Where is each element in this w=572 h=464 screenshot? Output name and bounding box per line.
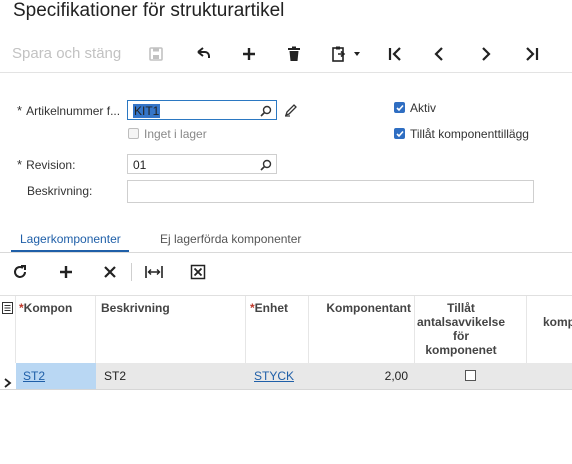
revision-value: 01 [133, 158, 147, 172]
active-checkbox[interactable] [394, 102, 405, 113]
description-field[interactable] [127, 180, 534, 203]
cell-allow-variance[interactable] [415, 363, 527, 389]
column-header-allow-variance-line1: Tillåt [447, 301, 475, 315]
component-link[interactable]: ST2 [23, 369, 45, 383]
file-list-icon [2, 302, 13, 317]
add-row-icon[interactable] [55, 262, 77, 282]
add-icon[interactable] [237, 43, 261, 65]
cell-description[interactable]: ST2 [96, 363, 246, 389]
column-header-allow-variance-line3: för [453, 329, 469, 343]
revision-label-text: Revision: [26, 158, 76, 172]
column-header-allow-variance-line4: komponenet [425, 343, 497, 357]
refresh-icon[interactable] [9, 262, 31, 282]
tab-non-stock-components[interactable]: Ej lagerförda komponenter [160, 232, 301, 246]
required-marker: * [17, 103, 23, 118]
active-label: Aktiv [410, 101, 437, 115]
main-toolbar: Spara och stäng [0, 36, 572, 73]
grid-header: *Kompon Beskrivning *Enhet Komponentant … [0, 295, 572, 365]
column-header-unit[interactable]: *Enhet [246, 296, 309, 364]
search-icon[interactable] [260, 158, 272, 176]
description-label: Beskrivning: [27, 184, 93, 198]
column-header-description-label: Beskrivning [101, 301, 170, 315]
item-number-value: KIT1 [133, 104, 161, 118]
tab-bar: Lagerkomponenter Ej lagerförda komponent… [0, 226, 572, 253]
allow-component-addition-checkbox[interactable] [394, 128, 405, 139]
allow-variance-checkbox[interactable] [465, 370, 476, 381]
column-header-component-label: Kompon [23, 301, 73, 315]
save-icon[interactable] [144, 43, 168, 65]
required-marker: * [17, 157, 23, 172]
column-header-allow-qty-variance[interactable]: Tillåt antalsavvikelse för komponenet [415, 296, 527, 364]
row-pointer-icon [4, 371, 12, 397]
next-icon[interactable] [474, 43, 498, 65]
row-selector-header[interactable] [0, 296, 16, 364]
first-icon[interactable] [383, 43, 407, 65]
column-header-last-label: komp [543, 315, 572, 329]
item-number-field[interactable]: KIT1 [127, 100, 277, 120]
save-close-button[interactable]: Spara och stäng [12, 45, 121, 62]
column-header-description[interactable]: Beskrivning [96, 296, 246, 364]
item-number-label-text: Artikelnummer f... [26, 104, 121, 118]
delete-row-icon[interactable] [99, 262, 121, 282]
toolbar-divider [131, 263, 132, 281]
active-tab-indicator [11, 250, 129, 252]
column-header-component-qty-label: Komponentant [326, 301, 411, 315]
revision-label: * Revision: [17, 157, 75, 172]
revision-field[interactable]: 01 [127, 154, 277, 174]
column-header-allow-variance-line2: antalsavvikelse [416, 315, 506, 329]
export-excel-icon[interactable] [187, 262, 209, 282]
column-header-unit-label: Enhet [254, 301, 289, 315]
edit-pencil-icon[interactable] [284, 103, 298, 122]
row-selector[interactable] [0, 363, 16, 389]
column-header-last[interactable]: komp [527, 296, 572, 364]
column-header-component[interactable]: *Kompon [16, 296, 96, 364]
undo-icon[interactable] [191, 43, 215, 65]
table-row[interactable]: ST2 ST2 STYCK 2,00 [0, 363, 572, 390]
tab-stock-components[interactable]: Lagerkomponenter [20, 232, 121, 246]
cell-component[interactable]: ST2 [16, 363, 96, 389]
unit-link[interactable]: STYCK [254, 369, 294, 383]
column-header-component-qty[interactable]: Komponentant [309, 296, 415, 364]
cell-unit[interactable]: STYCK [246, 363, 309, 389]
cell-quantity[interactable]: 2,00 [309, 363, 415, 389]
page-title: Specifikationer för strukturartikel [13, 0, 285, 21]
previous-icon[interactable] [427, 43, 451, 65]
search-icon[interactable] [260, 104, 272, 122]
not-in-stock-label: Inget i lager [144, 127, 207, 141]
item-number-label: * Artikelnummer f... [17, 103, 120, 118]
fit-columns-icon[interactable] [143, 262, 165, 282]
allow-component-addition-label: Tillåt komponenttillägg [410, 127, 529, 141]
not-in-stock-checkbox[interactable] [128, 128, 139, 139]
delete-icon[interactable] [282, 43, 306, 65]
copy-paste-icon[interactable] [328, 43, 364, 65]
last-icon[interactable] [520, 43, 544, 65]
